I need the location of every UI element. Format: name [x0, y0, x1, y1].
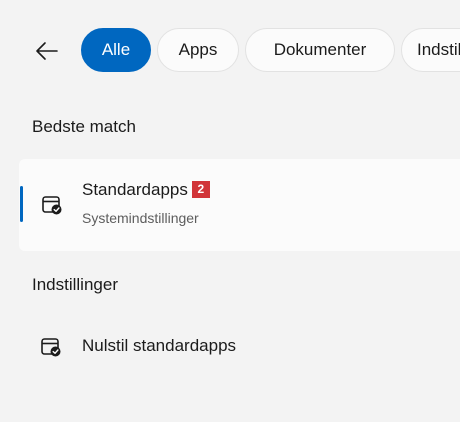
selection-indicator — [20, 186, 23, 222]
list-item[interactable]: Nulstil standardapps — [19, 322, 460, 372]
arrow-left-icon — [36, 42, 58, 60]
back-button[interactable] — [30, 36, 64, 66]
default-apps-icon — [42, 196, 62, 215]
default-apps-icon — [41, 338, 61, 357]
best-match-card[interactable] — [19, 159, 460, 251]
best-match-subtitle: Systemindstillinger — [82, 210, 199, 226]
best-match-title: Standardapps 2 — [82, 180, 210, 200]
filter-documents[interactable]: Dokumenter — [245, 28, 395, 72]
filter-bar: Alle Apps Dokumenter Indstillinger — [0, 28, 460, 74]
filter-all[interactable]: Alle — [81, 28, 151, 72]
best-match-badge: 2 — [191, 181, 210, 198]
filter-settings[interactable]: Indstillinger — [401, 28, 460, 72]
settings-heading: Indstillinger — [32, 275, 118, 294]
best-match-title-text: Standardapps — [82, 180, 188, 199]
list-item-label: Nulstil standardapps — [82, 336, 237, 355]
search-results-panel: Alle Apps Dokumenter Indstillinger Bedst… — [0, 0, 460, 422]
filter-apps[interactable]: Apps — [157, 28, 239, 72]
best-match-heading: Bedste match — [32, 117, 136, 136]
